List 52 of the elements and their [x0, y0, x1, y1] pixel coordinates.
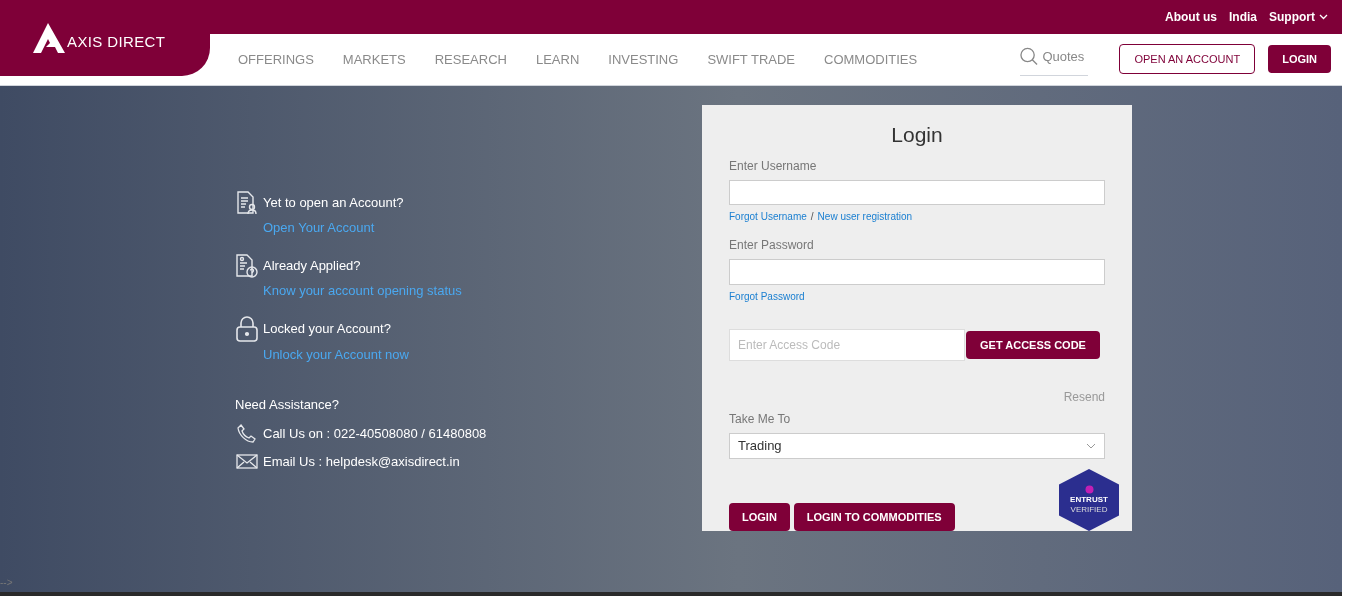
field-label: Enter Username — [729, 157, 818, 175]
nav-link[interactable]: SWIFT TRADE — [707, 49, 795, 70]
info-link[interactable]: Unlock your Account now — [263, 345, 702, 365]
nav-link[interactable]: OFFERINGS — [238, 49, 314, 70]
badge-logo-icon — [1084, 485, 1094, 495]
document-user-icon — [236, 191, 258, 215]
chevron-down-icon — [1086, 443, 1096, 450]
badge-name: ENTRUST — [1070, 496, 1108, 505]
login-button[interactable]: LOGIN — [1268, 45, 1331, 74]
contact-text: Email Us : helpdesk@axisdirect.in — [263, 453, 460, 471]
new-user-link[interactable]: New user registration — [817, 209, 913, 225]
nav-link[interactable]: COMMODITIES — [824, 49, 918, 70]
password-field[interactable] — [729, 259, 1105, 286]
top-link[interactable]: About us — [1165, 7, 1217, 26]
access-code-field[interactable]: Enter Access Code — [729, 329, 965, 362]
logo-text: AXIS DIRECT — [67, 31, 166, 52]
nav-link[interactable]: RESEARCH — [434, 49, 507, 70]
search-icon — [1020, 47, 1039, 67]
login-title: Login — [891, 122, 943, 148]
info-title: Locked your Account? — [263, 320, 391, 339]
assistance-title: Need Assistance? — [235, 395, 341, 414]
contact-text: Call Us on : 022-40508080 / 61480808 — [263, 425, 487, 444]
link-separator: / — [810, 210, 814, 225]
info-link[interactable]: Open Your Account — [263, 218, 702, 238]
phone-icon — [237, 424, 257, 444]
login-submit-button[interactable]: LOGIN — [729, 503, 790, 531]
quotes-search-field[interactable]: Quotes — [1042, 47, 1089, 67]
field-label: Take Me To — [729, 411, 792, 429]
envelope-icon — [236, 454, 258, 470]
top-link[interactable]: India — [1229, 7, 1257, 26]
get-access-code-button[interactable]: GET ACCESS CODE — [966, 331, 1100, 360]
nav-link[interactable]: LEARN — [535, 49, 580, 70]
badge-caption: VERIFIED — [1070, 506, 1108, 515]
info-link[interactable]: Know your account opening status — [263, 280, 702, 300]
top-link[interactable]: Support — [1269, 7, 1328, 26]
resend-link[interactable]: Resend — [1063, 388, 1105, 407]
document-question-icon — [235, 253, 259, 278]
nav-link[interactable]: MARKETS — [342, 49, 406, 70]
info-title: Already Applied? — [263, 256, 361, 275]
logo-icon — [33, 23, 65, 53]
chevron-down-icon — [1319, 13, 1328, 20]
open-account-button[interactable]: OPEN AN ACCOUNT — [1119, 44, 1256, 75]
username-field[interactable] — [729, 179, 1105, 206]
login-submit-button[interactable]: LOGIN TO COMMODITIES — [793, 503, 955, 531]
stray-text: --> — [0, 576, 13, 590]
forgot-username-link[interactable]: Forgot Username — [729, 209, 807, 225]
take-me-to-select[interactable]: Trading — [729, 433, 1105, 459]
padlock-icon — [235, 316, 259, 342]
field-label: Enter Password — [729, 237, 815, 255]
forgot-password-link[interactable]: Forgot Password — [729, 289, 1105, 305]
info-title: Yet to open an Account? — [263, 194, 404, 213]
nav-link[interactable]: INVESTING — [608, 49, 679, 70]
